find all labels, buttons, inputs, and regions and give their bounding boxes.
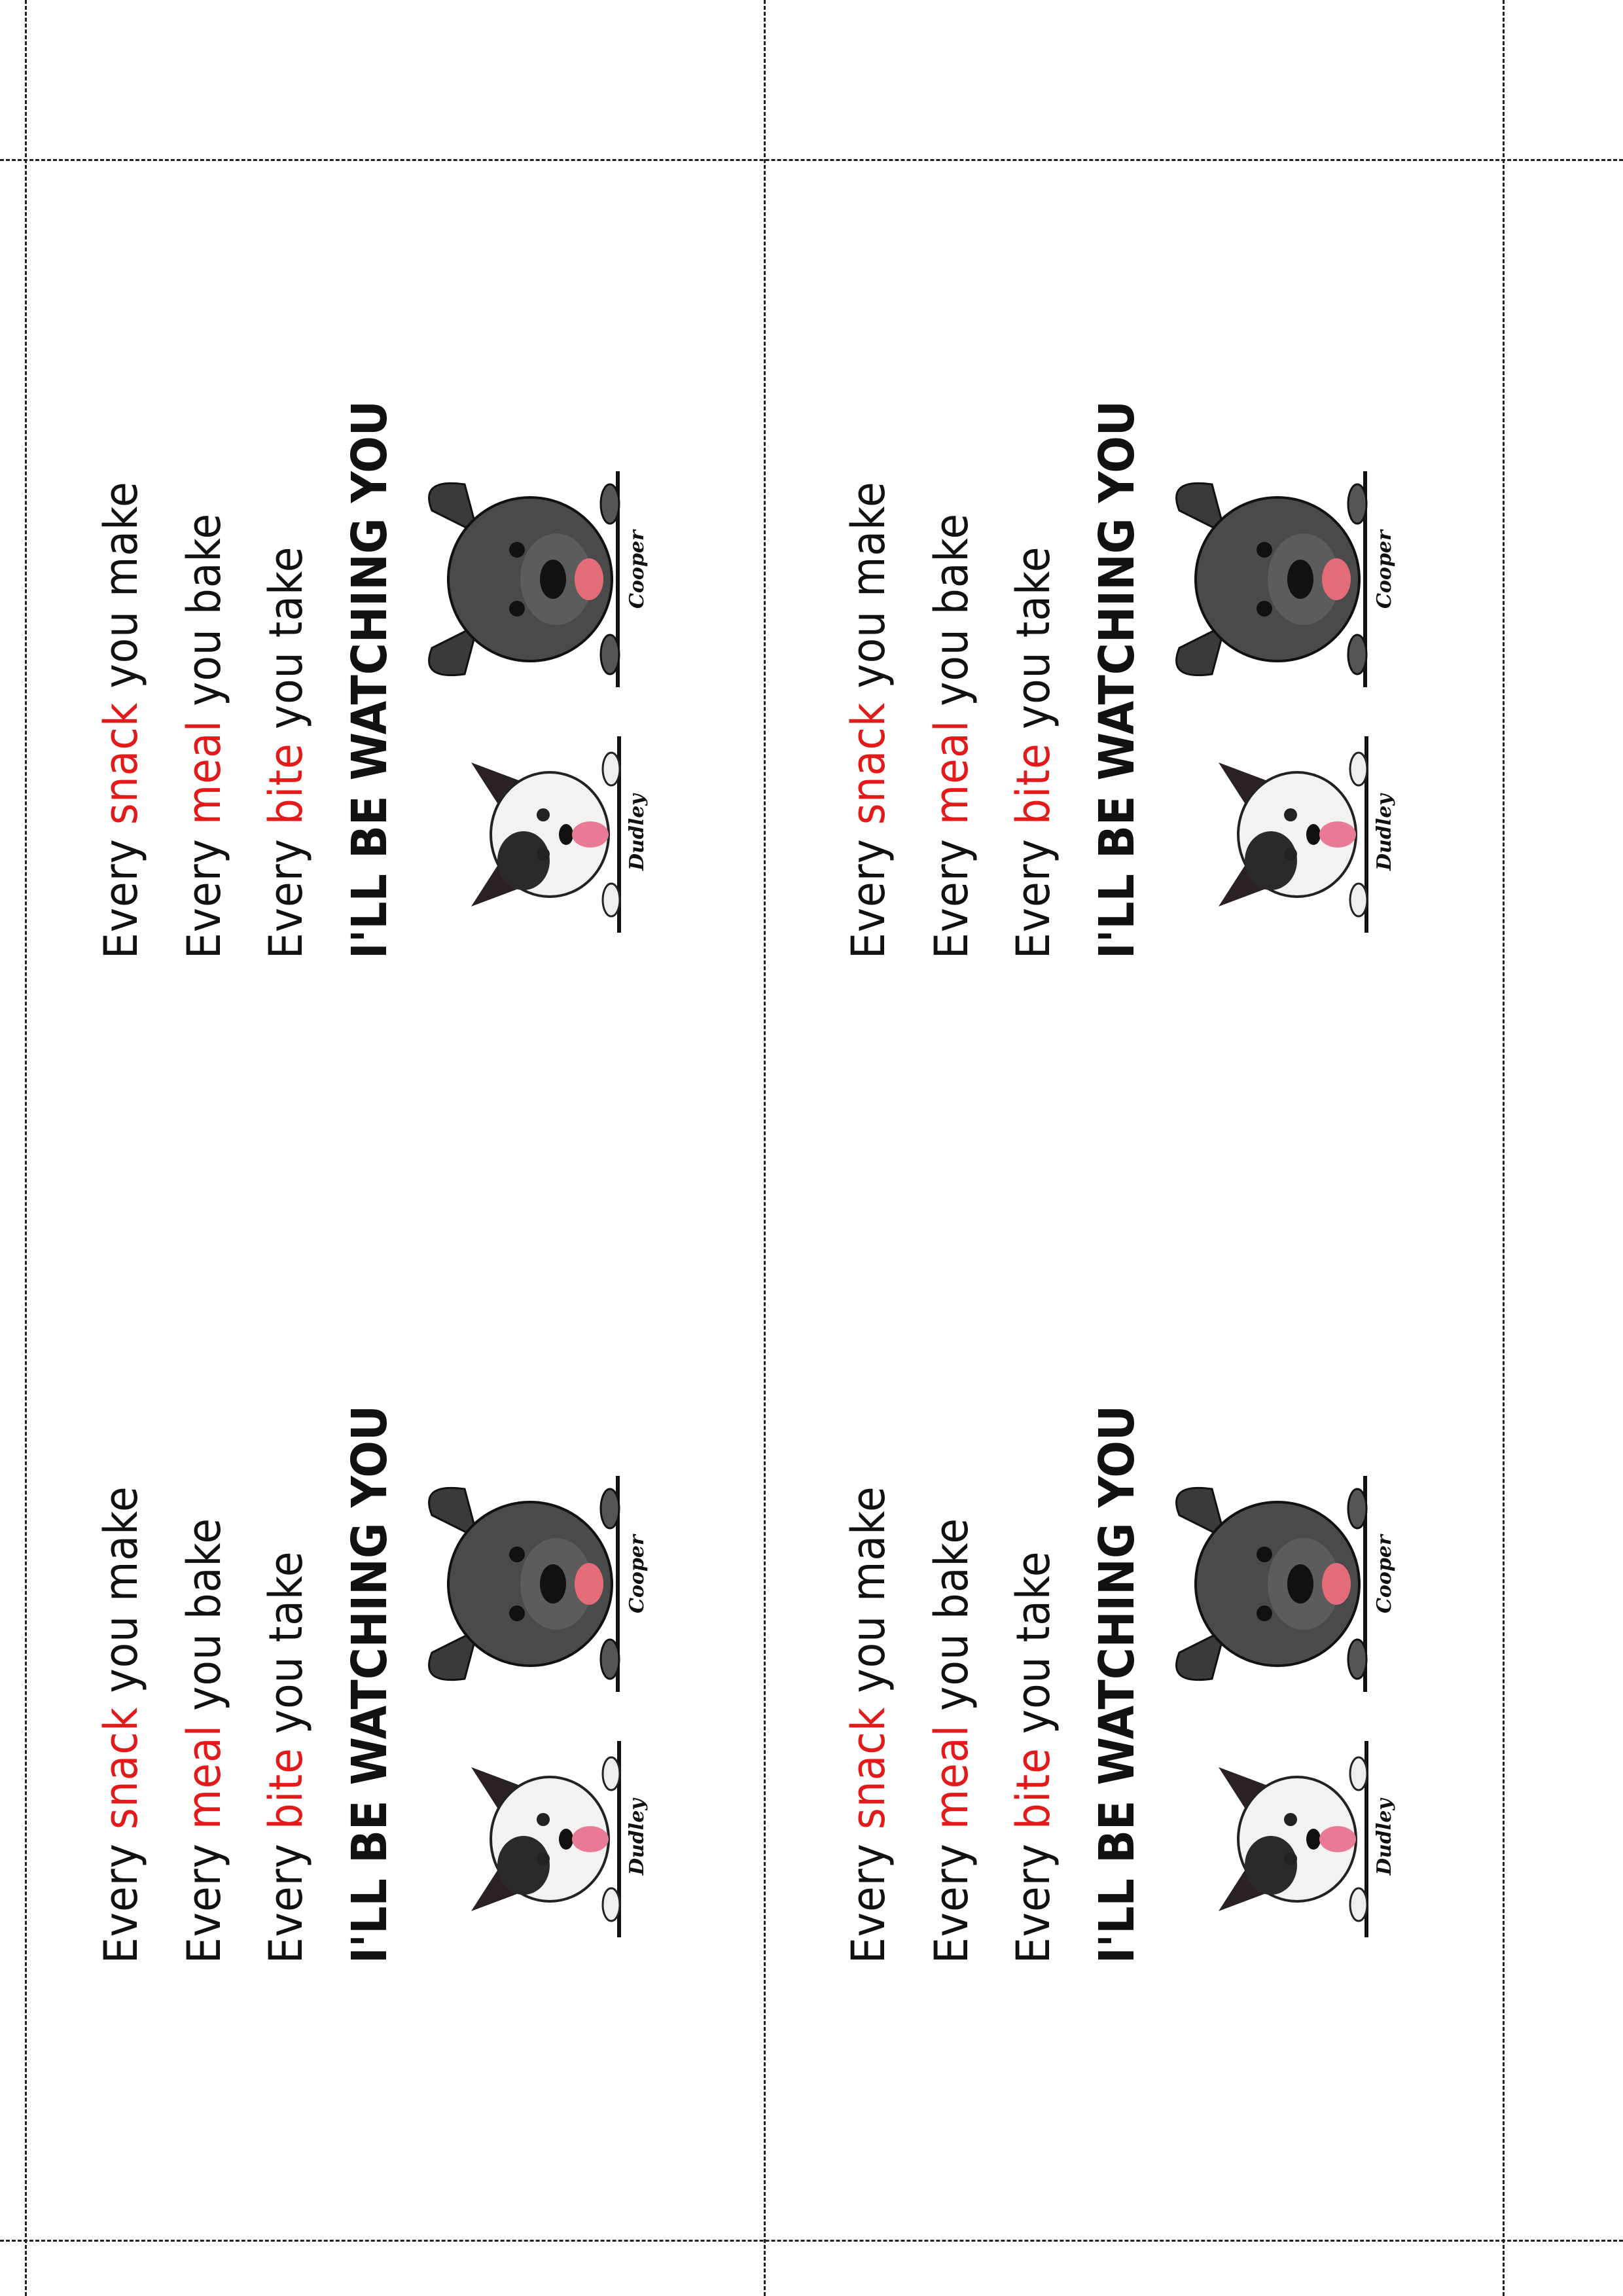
- dog-name-dudley: Dudley: [626, 794, 649, 870]
- dog-name-cooper: Cooper: [1373, 530, 1396, 609]
- dog-cooper-illustration: Cooper: [406, 1476, 649, 1692]
- dog-cooper-illustration: Cooper: [406, 471, 649, 687]
- dogs-group-4: Dudley Cooper: [839, 461, 1467, 959]
- dog-name-dudley: Dudley: [626, 1799, 649, 1875]
- dog-name-cooper: Cooper: [1373, 1535, 1396, 1613]
- cut-line-left: [25, 0, 27, 2296]
- dogs-group-2: Dudley Cooper: [92, 461, 720, 959]
- dog-dudley-illustration: Dudley: [425, 1741, 649, 1937]
- cut-line-bottom: [0, 2240, 1623, 2242]
- dog-name-dudley: Dudley: [1373, 1799, 1396, 1875]
- dogs-group-1: Dudley Cooper: [92, 1466, 720, 1964]
- dog-name-cooper: Cooper: [626, 530, 649, 609]
- cut-line-right: [1503, 0, 1505, 2296]
- cut-line-middle: [764, 0, 766, 2296]
- dog-dudley-illustration: Dudley: [1173, 1741, 1396, 1937]
- dog-name-cooper: Cooper: [626, 1535, 649, 1613]
- cut-line-top: [0, 159, 1623, 161]
- dog-dudley-illustration: Dudley: [1173, 736, 1396, 933]
- dog-dudley-illustration: Dudley: [425, 736, 649, 933]
- dog-cooper-illustration: Cooper: [1153, 1476, 1396, 1692]
- dogs-group-3: Dudley Cooper: [839, 1466, 1467, 1964]
- dog-name-dudley: Dudley: [1373, 794, 1396, 870]
- dog-cooper-illustration: Cooper: [1153, 471, 1396, 687]
